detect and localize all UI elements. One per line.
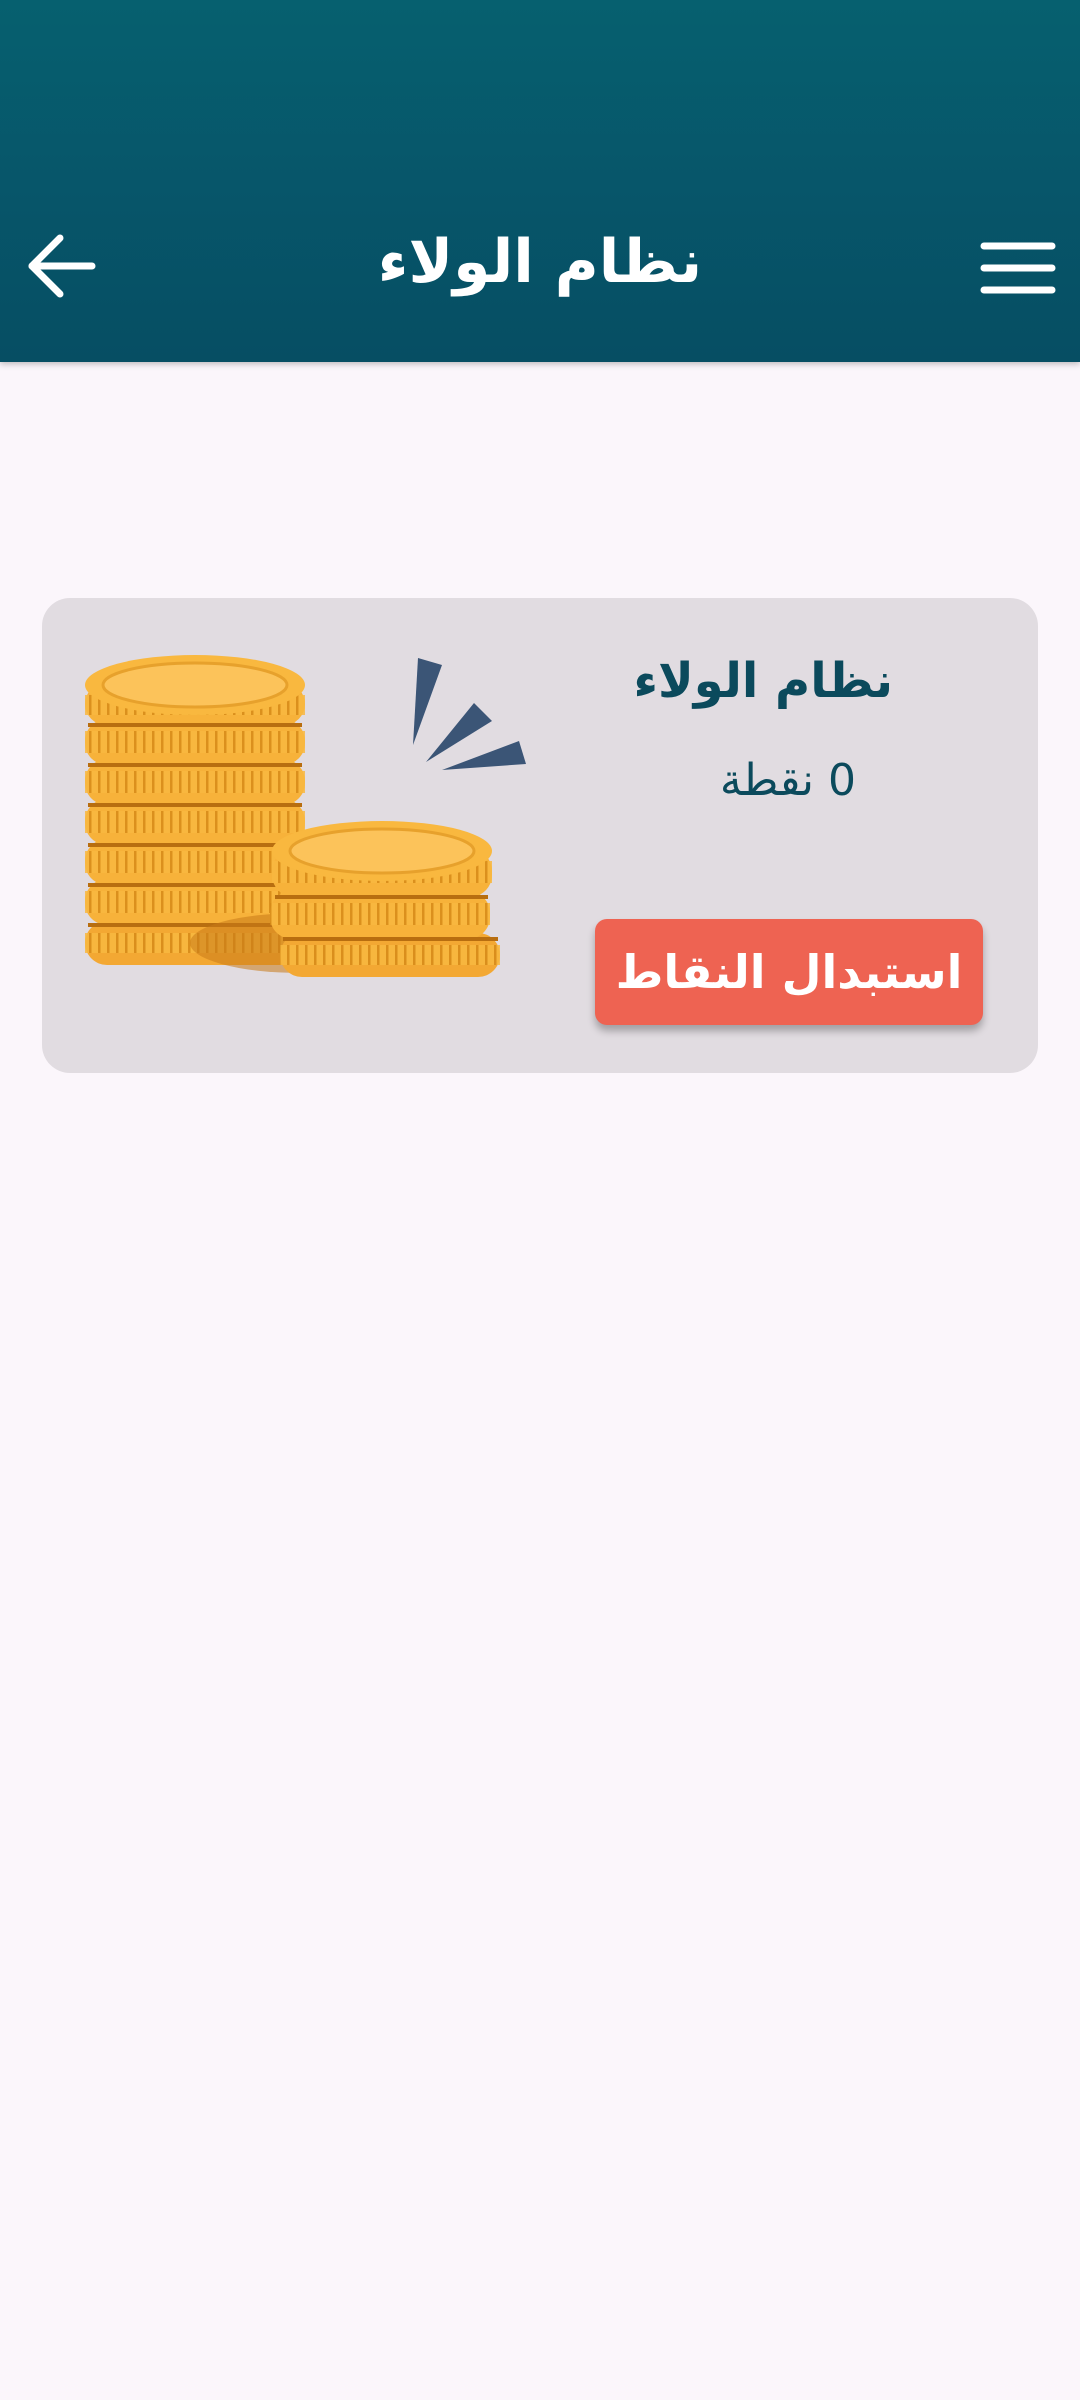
gold-coins-stack-icon bbox=[85, 655, 526, 977]
points-balance: 0 نقطة bbox=[720, 751, 856, 811]
loyalty-card-title: نظام الولاء bbox=[633, 653, 893, 709]
hamburger-menu-icon bbox=[980, 242, 1056, 294]
points-unit: نقطة bbox=[719, 755, 814, 806]
app-header: نظام الولاء bbox=[0, 0, 1080, 362]
menu-button[interactable] bbox=[978, 228, 1058, 308]
redeem-points-button[interactable]: استبدال النقاط bbox=[595, 919, 983, 1025]
loyalty-card: نظام الولاء 0 نقطة استبدال النقاط bbox=[42, 598, 1038, 1073]
points-value: 0 bbox=[828, 755, 856, 806]
page-title: نظام الولاء bbox=[377, 227, 703, 297]
